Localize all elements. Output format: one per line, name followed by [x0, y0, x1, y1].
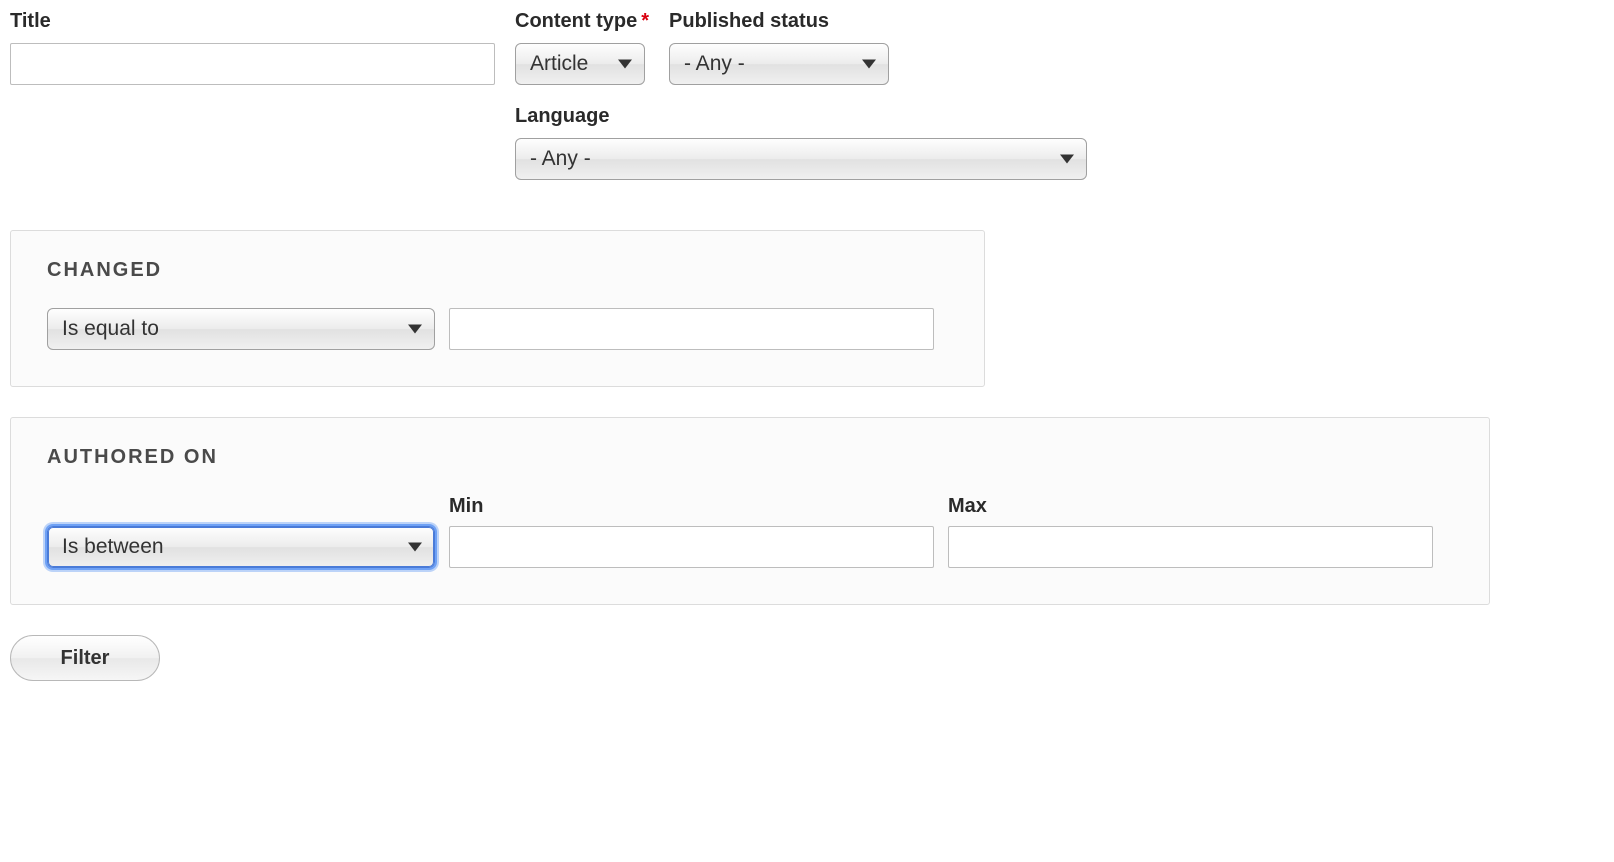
content-type-field: Content type* Article	[515, 10, 649, 85]
authored-on-min-field: Min	[449, 495, 934, 568]
language-field: Language - Any -	[515, 105, 1087, 180]
content-type-label: Content type*	[515, 10, 649, 33]
title-label: Title	[10, 10, 495, 33]
authored-on-min-label: Min	[449, 495, 934, 518]
published-status-label: Published status	[669, 10, 889, 33]
chevron-down-icon	[862, 60, 876, 69]
chevron-down-icon	[1060, 155, 1074, 164]
changed-operator-selected: Is equal to	[62, 317, 159, 340]
published-status-select[interactable]: - Any -	[669, 43, 889, 85]
authored-on-max-field: Max	[948, 495, 1433, 568]
authored-on-max-label: Max	[948, 495, 1433, 518]
filter-row-2: Language - Any -	[515, 105, 1604, 200]
filter-row-1: Title Content type* Article Published st…	[10, 10, 1604, 105]
language-label: Language	[515, 105, 1087, 128]
content-type-label-text: Content type	[515, 10, 637, 32]
filter-button[interactable]: Filter	[10, 635, 160, 681]
authored-on-legend: Authored on	[47, 446, 1453, 469]
changed-operator-select[interactable]: Is equal to	[47, 308, 435, 350]
language-selected: - Any -	[530, 147, 591, 170]
changed-value-input[interactable]	[449, 308, 934, 350]
authored-on-operator-select[interactable]: Is between	[47, 526, 435, 568]
authored-on-inline: Is between Min Max	[47, 495, 1453, 568]
changed-inline: Is equal to	[47, 308, 948, 350]
authored-on-operator-selected: Is between	[62, 535, 164, 558]
title-field: Title	[10, 10, 495, 85]
content-type-select[interactable]: Article	[515, 43, 645, 85]
exposed-filter-form: Title Content type* Article Published st…	[10, 10, 1604, 681]
changed-legend: Changed	[47, 259, 948, 282]
chevron-down-icon	[408, 543, 422, 552]
required-marker: *	[641, 10, 649, 32]
authored-on-max-input[interactable]	[948, 526, 1433, 568]
published-status-field: Published status - Any -	[669, 10, 889, 85]
language-select[interactable]: - Any -	[515, 138, 1087, 180]
published-status-selected: - Any -	[684, 52, 745, 75]
filter-button-label: Filter	[61, 647, 110, 669]
authored-on-min-input[interactable]	[449, 526, 934, 568]
changed-fieldset: Changed Is equal to	[10, 230, 985, 387]
title-input[interactable]	[10, 43, 495, 85]
chevron-down-icon	[618, 60, 632, 69]
chevron-down-icon	[408, 325, 422, 334]
authored-on-fieldset: Authored on Is between Min Max	[10, 417, 1490, 605]
content-type-selected: Article	[530, 52, 588, 75]
